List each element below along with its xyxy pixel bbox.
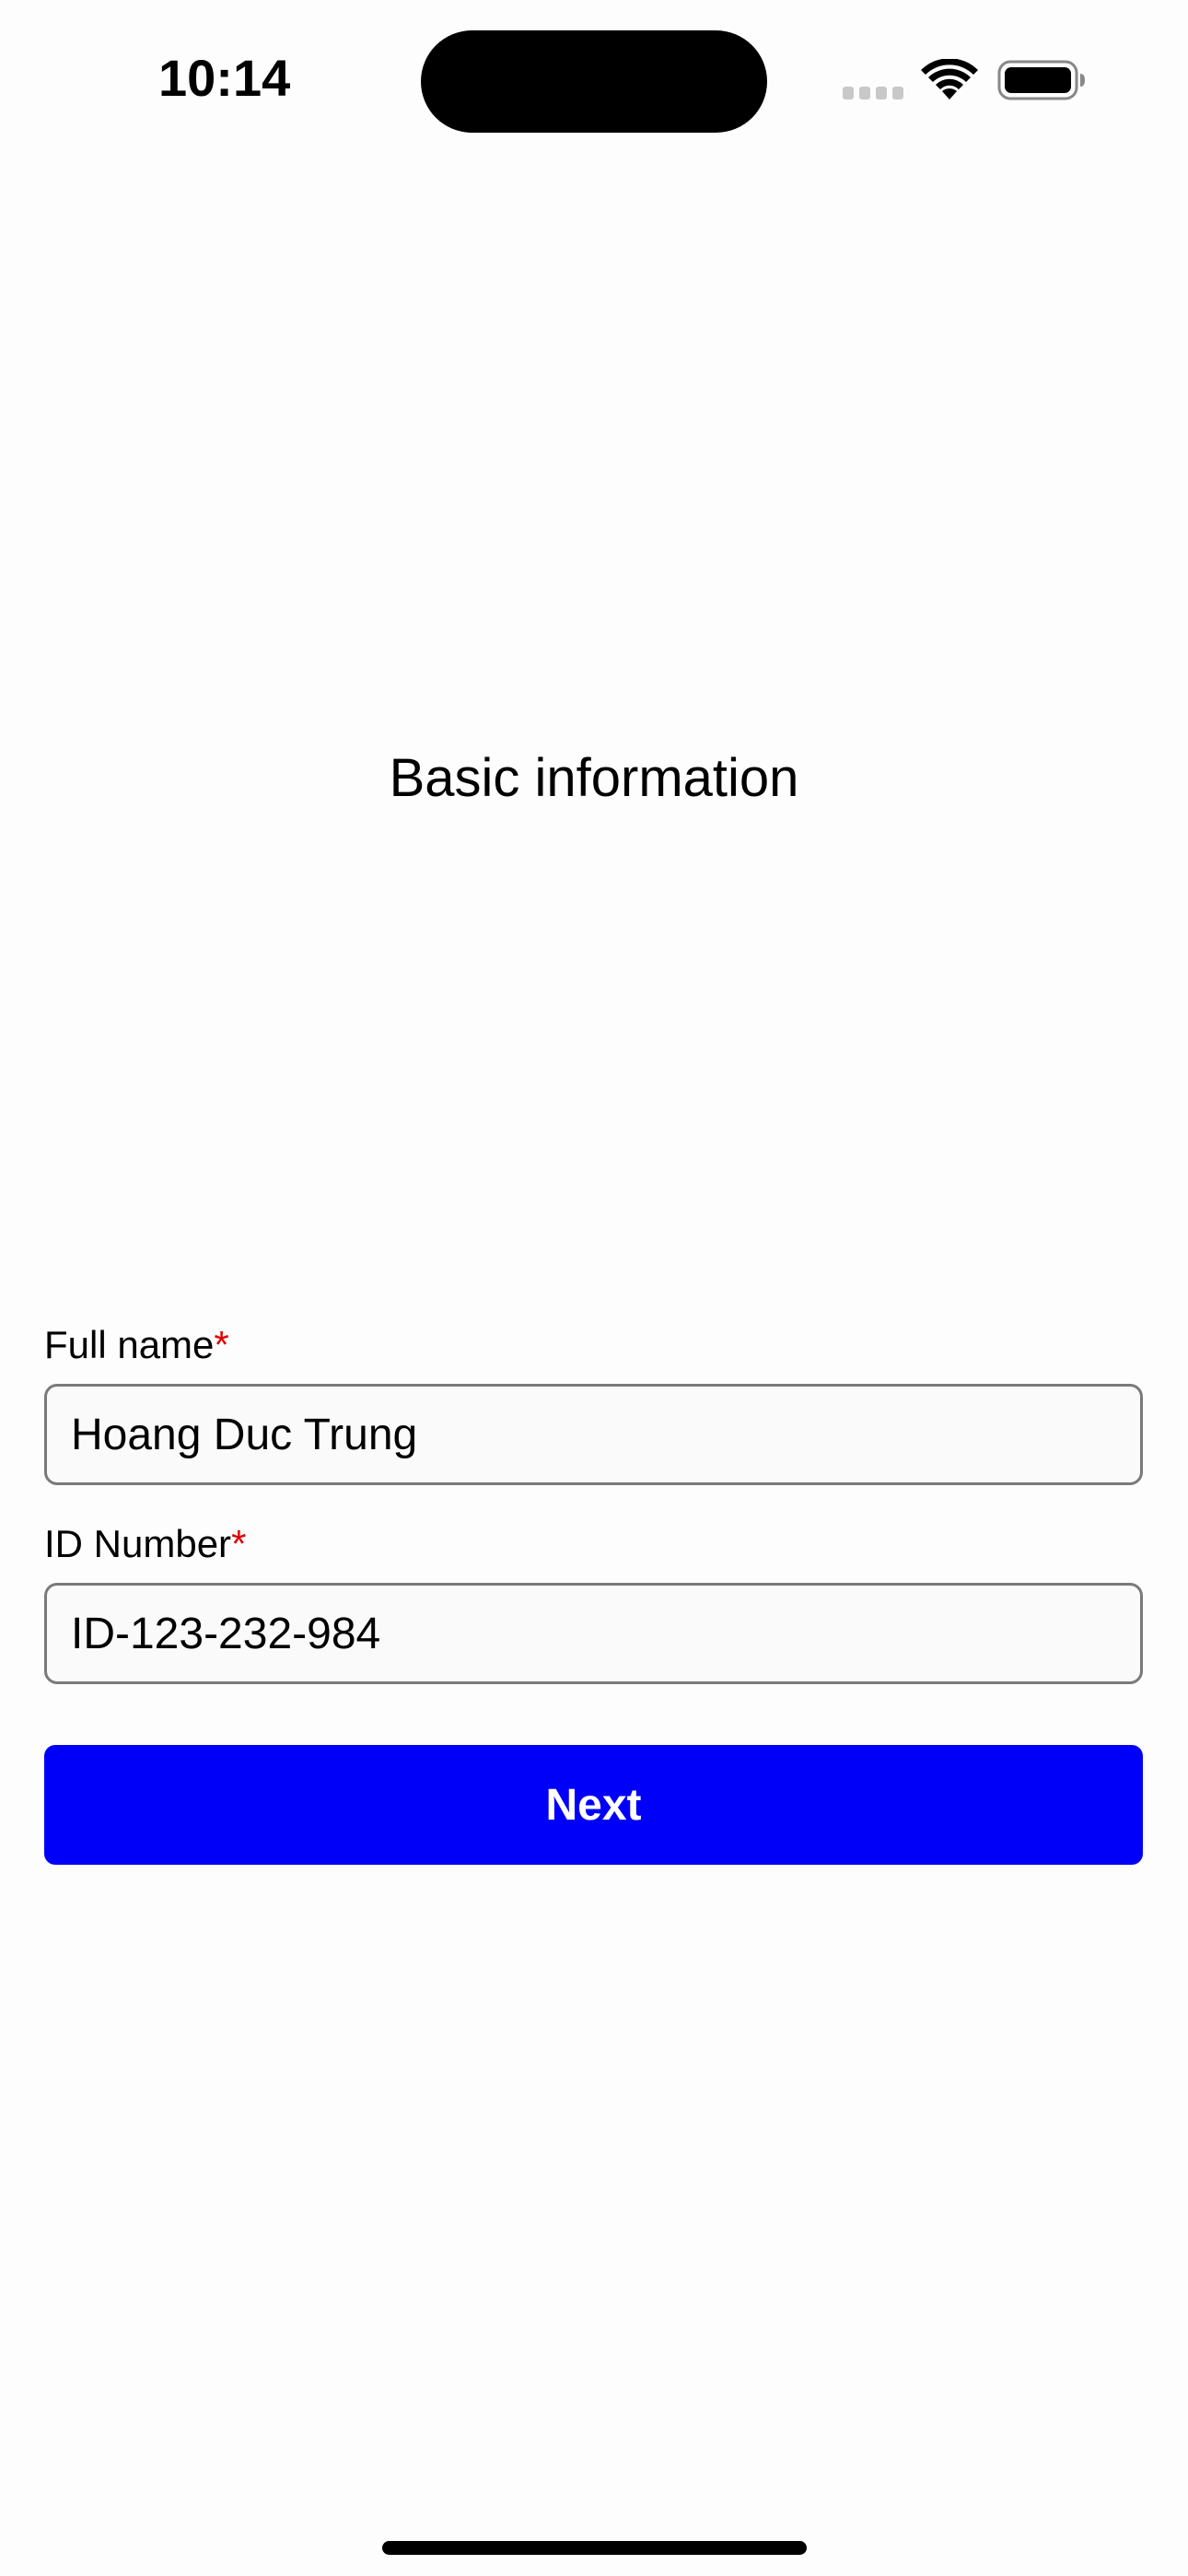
page-title: Basic information (389, 747, 799, 808)
next-button[interactable]: Next (44, 1745, 1143, 1865)
status-bar: 10:14 (0, 0, 1188, 166)
id-number-label: ID Number* (44, 1516, 1143, 1572)
full-name-label: Full name* (44, 1317, 1143, 1373)
cellular-signal-icon (843, 87, 903, 100)
id-number-label-text: ID Number (44, 1522, 232, 1565)
field-spacer (44, 1485, 1143, 1516)
id-number-input[interactable] (44, 1583, 1143, 1684)
dynamic-island (421, 30, 767, 133)
wifi-icon (921, 59, 978, 100)
status-time: 10:14 (158, 49, 291, 107)
full-name-label-text: Full name (44, 1323, 215, 1366)
full-name-input[interactable] (44, 1384, 1143, 1485)
required-mark: * (231, 1522, 247, 1565)
home-indicator[interactable] (382, 2541, 807, 2555)
basic-info-form: Full name* ID Number* Next (44, 1317, 1143, 1865)
battery-icon (997, 60, 1085, 100)
required-mark: * (214, 1323, 229, 1366)
